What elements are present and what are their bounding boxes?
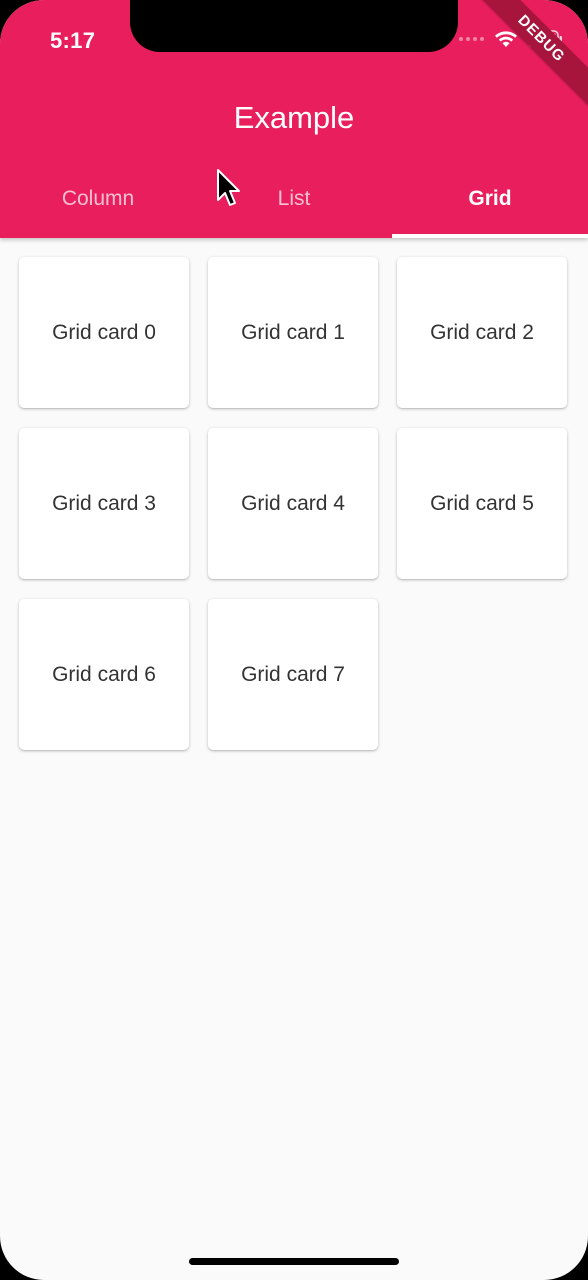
tab-grid[interactable]: Grid bbox=[392, 160, 588, 238]
device-notch bbox=[130, 0, 458, 52]
mouse-pointer-icon bbox=[217, 169, 240, 206]
tab-bar: Column List Grid bbox=[0, 160, 588, 238]
phone-screen: 5:17 Example Column List Grid DEBUG Grid… bbox=[0, 0, 588, 1280]
wifi-icon bbox=[495, 31, 517, 47]
grid-card[interactable]: Grid card 3 bbox=[19, 428, 189, 579]
grid-card[interactable]: Grid card 4 bbox=[208, 428, 378, 579]
grid-card[interactable]: Grid card 7 bbox=[208, 599, 378, 750]
grid-card[interactable]: Grid card 5 bbox=[397, 428, 567, 579]
tab-column[interactable]: Column bbox=[0, 160, 196, 238]
grid-card[interactable]: Grid card 6 bbox=[19, 599, 189, 750]
home-indicator[interactable] bbox=[189, 1258, 399, 1265]
status-time: 5:17 bbox=[50, 28, 96, 53]
page-title: Example bbox=[233, 100, 355, 135]
grid-card[interactable]: Grid card 2 bbox=[397, 257, 567, 408]
grid-card[interactable]: Grid card 1 bbox=[208, 257, 378, 408]
card-grid: Grid card 0 Grid card 1 Grid card 2 Grid… bbox=[19, 257, 569, 750]
grid-card[interactable]: Grid card 0 bbox=[19, 257, 189, 408]
cellular-signal-icon bbox=[459, 37, 484, 41]
